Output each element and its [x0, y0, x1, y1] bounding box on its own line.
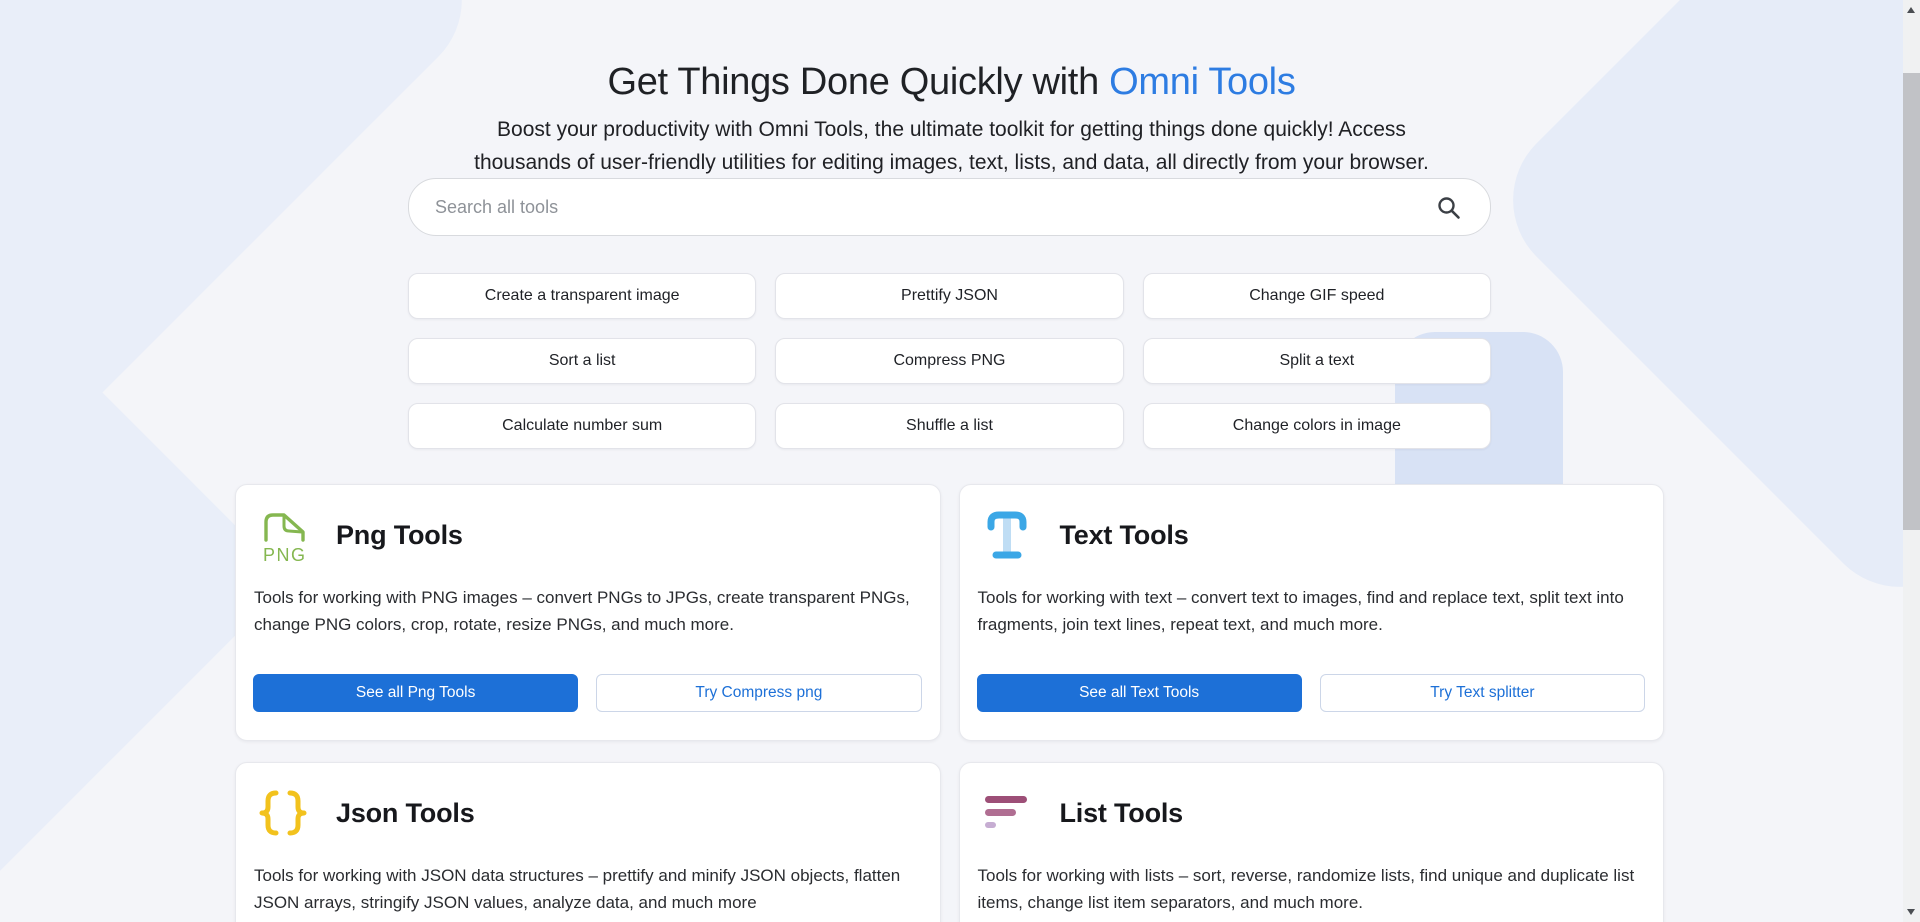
- card-png-actions: See all Png Tools Try Compress png: [253, 674, 922, 712]
- scrollbar-thumb[interactable]: [1903, 73, 1920, 530]
- card-list-description: Tools for working with lists – sort, rev…: [978, 862, 1642, 916]
- subtitle-line-2: thousands of user-friendly utilities for…: [474, 151, 1429, 174]
- try-text-splitter-button[interactable]: Try Text splitter: [1320, 674, 1645, 712]
- card-text-head: Text Tools: [982, 507, 1189, 563]
- card-json-head: Json Tools: [258, 785, 475, 841]
- card-png-title: Png Tools: [336, 520, 463, 551]
- list-lines-icon: [982, 785, 1032, 841]
- png-file-icon: PNG: [258, 507, 308, 563]
- quick-tool-shuffle-a-list[interactable]: Shuffle a list: [775, 403, 1123, 449]
- curly-braces-icon: [258, 785, 308, 841]
- card-text-description: Tools for working with text – convert te…: [978, 584, 1642, 638]
- quick-tools-grid: Create a transparent image Prettify JSON…: [408, 273, 1491, 449]
- svg-text:PNG: PNG: [263, 545, 307, 563]
- page-title: Get Things Done Quickly with Omni Tools: [0, 61, 1903, 104]
- page-subtitle: Boost your productivity with Omni Tools,…: [0, 113, 1903, 179]
- scrollbar-down-arrow-icon[interactable]: [1907, 909, 1915, 915]
- card-json-title: Json Tools: [336, 798, 475, 829]
- quick-tool-create-transparent-image[interactable]: Create a transparent image: [408, 273, 756, 319]
- card-png-tools: PNG Png Tools Tools for working with PNG…: [235, 484, 941, 741]
- tool-category-cards: PNG Png Tools Tools for working with PNG…: [235, 484, 1664, 922]
- see-all-text-tools-button[interactable]: See all Text Tools: [977, 674, 1302, 712]
- card-json-description: Tools for working with JSON data structu…: [254, 862, 918, 916]
- search-bar: [408, 178, 1491, 236]
- scrollbar-up-arrow-icon[interactable]: [1907, 7, 1915, 13]
- card-list-title: List Tools: [1060, 798, 1184, 829]
- brand-name: Omni Tools: [1109, 61, 1295, 103]
- quick-tool-change-colors-in-image[interactable]: Change colors in image: [1143, 403, 1491, 449]
- vertical-scrollbar[interactable]: [1903, 0, 1920, 922]
- card-text-tools: Text Tools Tools for working with text –…: [959, 484, 1665, 741]
- subtitle-line-1: Boost your productivity with Omni Tools,…: [497, 118, 1406, 141]
- see-all-png-tools-button[interactable]: See all Png Tools: [253, 674, 578, 712]
- card-json-tools: Json Tools Tools for working with JSON d…: [235, 762, 941, 922]
- omni-tools-home: Get Things Done Quickly with Omni Tools …: [0, 0, 1920, 922]
- card-list-tools: List Tools Tools for working with lists …: [959, 762, 1665, 922]
- card-text-title: Text Tools: [1060, 520, 1189, 551]
- try-compress-png-button[interactable]: Try Compress png: [596, 674, 921, 712]
- text-letter-icon: [982, 507, 1032, 563]
- card-list-head: List Tools: [982, 785, 1184, 841]
- card-png-description: Tools for working with PNG images – conv…: [254, 584, 918, 638]
- page-title-prefix: Get Things Done Quickly with: [607, 61, 1109, 103]
- quick-tool-compress-png[interactable]: Compress PNG: [775, 338, 1123, 384]
- quick-tool-change-gif-speed[interactable]: Change GIF speed: [1143, 273, 1491, 319]
- quick-tool-calculate-number-sum[interactable]: Calculate number sum: [408, 403, 756, 449]
- quick-tool-prettify-json[interactable]: Prettify JSON: [775, 273, 1123, 319]
- quick-tool-sort-a-list[interactable]: Sort a list: [408, 338, 756, 384]
- quick-tool-split-a-text[interactable]: Split a text: [1143, 338, 1491, 384]
- card-text-actions: See all Text Tools Try Text splitter: [977, 674, 1646, 712]
- card-png-head: PNG Png Tools: [258, 507, 463, 563]
- search-icon[interactable]: [1436, 195, 1462, 221]
- search-input[interactable]: [409, 179, 1490, 235]
